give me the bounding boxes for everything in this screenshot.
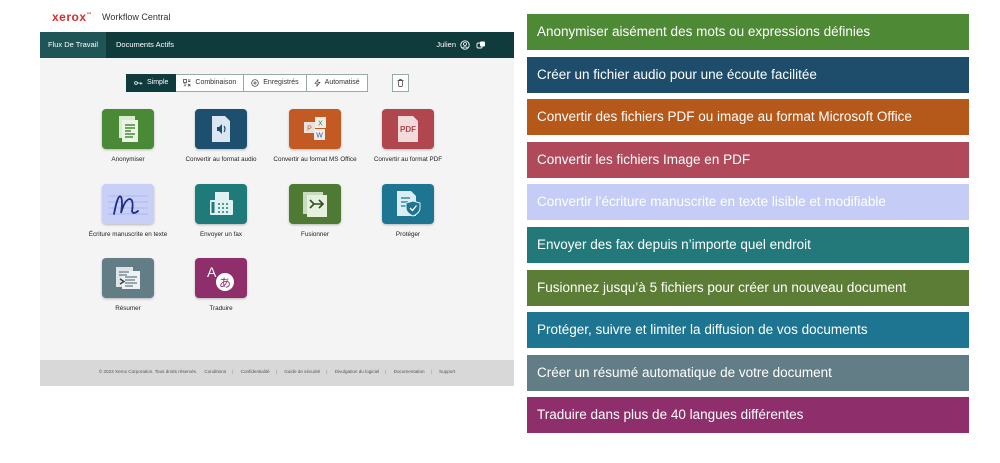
lightning-icon [314,79,321,87]
tile-traduire[interactable]: Aあ Traduire [175,258,267,312]
footer-link-guide-securite[interactable]: Guide de sécurité [284,369,320,374]
protect-shield-icon [382,184,434,224]
tile-label: Fusionner [300,231,329,238]
mode-combinaison-button[interactable]: Combinaison [176,74,245,92]
tile-resumer[interactable]: Résumer [82,258,174,312]
mode-automatise-button[interactable]: Automatisé [306,74,368,92]
svg-text:X: X [318,121,323,128]
legend-item-office: Convertir des fichiers PDF ou image au f… [527,99,969,135]
svg-text:あ: あ [219,276,231,290]
top-navigation: Flux De Travail Documents Actifs Julien [40,32,514,58]
tile-convertir-pdf[interactable]: PDF Convertir au format PDF [362,109,454,163]
pdf-icon: PDF [382,109,434,149]
mode-selector: Simple Combinaison Enregistrés Automatis… [126,74,368,92]
mode-combinaison-label: Combinaison [195,79,237,86]
footer-link-conditions[interactable]: Conditions [204,369,226,374]
product-name: Workflow Central [102,12,171,22]
saved-icon [251,79,259,87]
tile-convertir-office[interactable]: PXW Convertir au format MS Office [269,109,361,163]
footer-link-support[interactable]: Support [439,369,455,374]
legend-item-fusionner: Fusionnez jusqu’à 5 fichiers pour créer … [527,270,969,306]
legend-item-audio: Créer un fichier audio pour une écoute f… [527,57,969,93]
legend-item-manuscrite: Convertir l’écriture manuscrite en texte… [527,184,969,220]
tile-envoyer-fax[interactable]: Envoyer un fax [175,184,267,238]
mode-simple-button[interactable]: Simple [126,74,177,92]
svg-text:PDF: PDF [400,125,416,134]
tab-flux-de-travail[interactable]: Flux De Travail [40,32,107,58]
tile-label: Écriture manuscrite en texte [88,231,168,238]
svg-text:A: A [207,264,217,280]
mode-automatise-label: Automatisé [324,79,360,86]
user-circle-icon[interactable] [460,40,470,50]
legend-item-pdf: Convertir les fichiers Image en PDF [527,142,969,178]
tile-label: Traduire [209,305,233,312]
legend-item-fax: Envoyer des fax depuis n’importe quel en… [527,227,969,263]
tile-label: Convertir au format MS Office [273,156,357,163]
tile-label: Résumer [115,305,141,312]
svg-text:W: W [316,133,323,140]
tile-fusionner[interactable]: Fusionner [269,184,361,238]
mode-enregistres-label: Enregistrés [263,79,299,86]
fax-icon [195,184,247,224]
footer-link-confidentialite[interactable]: Confidentialité [241,369,270,374]
mode-simple-label: Simple [147,79,169,86]
legend-item-proteger: Protéger, suivre et limiter la diffusion… [527,312,969,348]
trash-icon [397,79,404,87]
brand-bar: xerox™ Workflow Central [40,0,514,32]
audio-speaker-icon [195,109,247,149]
tile-anonymiser[interactable]: Anonymiser [82,109,174,163]
svg-text:P: P [307,126,312,133]
tile-label: Convertir au format audio [185,156,257,163]
delete-button[interactable] [392,74,409,92]
workflow-central-app: xerox™ Workflow Central Flux De Travail … [40,0,514,390]
tile-proteger[interactable]: Protéger [362,184,454,238]
summarize-icon [102,258,154,298]
xerox-logo: xerox™ [52,10,93,24]
ms-office-icon: PXW [289,109,341,149]
footer-link-divulgation[interactable]: Divulgation du logiciel [335,369,379,374]
tile-ecriture-manuscrite[interactable]: Écriture manuscrite en texte [82,184,174,238]
legend-item-resumer: Créer un résumé automatique de votre doc… [527,355,969,391]
footer: © 2023 Xerox Corporation. Tous droits ré… [40,360,514,386]
tile-label: Convertir au format PDF [373,156,443,163]
workflow-content: Simple Combinaison Enregistrés Automatis… [40,58,514,360]
tile-label: Envoyer un fax [199,231,242,238]
mode-enregistres-button[interactable]: Enregistrés [244,74,307,92]
anonymize-document-icon [102,109,154,149]
footer-copyright: © 2023 Xerox Corporation. Tous droits ré… [98,369,198,374]
tile-label: Anonymiser [111,156,145,163]
key-icon [134,81,143,85]
linked-account-icon[interactable] [476,40,486,50]
legend-item-traduire: Traduire dans plus de 40 langues différe… [527,397,969,433]
merge-icon [289,184,341,224]
combine-icon [183,79,192,87]
translate-icon: Aあ [195,258,247,298]
tab-documents-actifs[interactable]: Documents Actifs [108,32,182,58]
footer-link-documentation[interactable]: Documentation [394,369,425,374]
tile-label: Protéger [395,231,421,238]
tile-convertir-audio[interactable]: Convertir au format audio [175,109,267,163]
user-name[interactable]: Julien [436,32,456,58]
legend-item-anonymiser: Anonymiser aisément des mots ou expressi… [527,14,969,50]
handwriting-icon [102,184,154,224]
